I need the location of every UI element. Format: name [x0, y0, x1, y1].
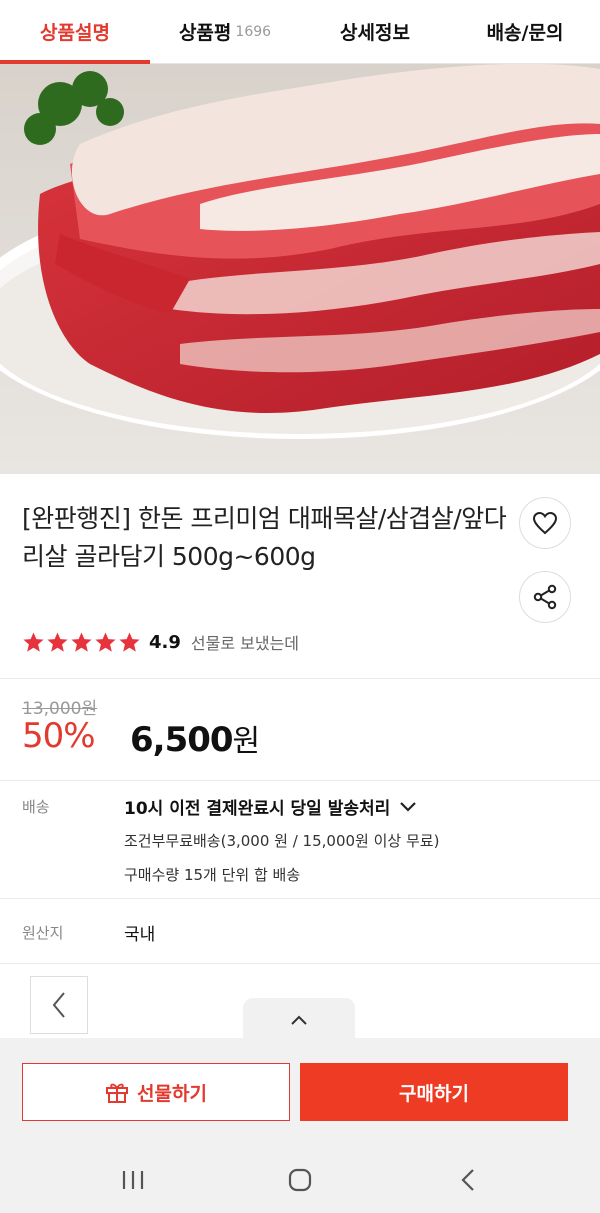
- divider: [0, 678, 600, 679]
- share-icon: [533, 584, 557, 610]
- origin-value: 국내: [124, 925, 156, 945]
- wishlist-button[interactable]: [519, 497, 571, 549]
- recent-apps-icon: [122, 1171, 144, 1189]
- tab-shipping-inquiry[interactable]: 배송/문의: [450, 0, 600, 63]
- product-title: [완판행진] 한돈 프리미엄 대패목살/삼겹살/앞다리살 골라담기 500g~6…: [22, 504, 507, 571]
- tab-shipping-label: 배송/문의: [486, 22, 564, 44]
- star-icon: [23, 631, 44, 652]
- gift-icon: [106, 1083, 129, 1103]
- tab-description-label: 상품설명: [40, 22, 110, 44]
- product-image: [0, 64, 600, 474]
- shipping-headline[interactable]: 10시 이전 결제완료시 당일 발송처리: [124, 794, 418, 819]
- previous-button[interactable]: [30, 976, 88, 1034]
- chevron-down-icon: [400, 801, 417, 812]
- discount-rate: 50%: [22, 716, 96, 756]
- buy-button-label: 구매하기: [399, 1082, 469, 1105]
- star-icon: [71, 631, 92, 652]
- product-tabs: 상품설명 상품평 1696 상세정보 배송/문의: [0, 0, 600, 64]
- share-button[interactable]: [519, 571, 571, 623]
- recent-apps-button[interactable]: [113, 1160, 153, 1200]
- review-snippet: 선물로 보냈는데: [190, 634, 300, 653]
- sale-price: 6,500원: [130, 716, 261, 760]
- star-icon: [119, 631, 140, 652]
- tab-reviews-label: 상품평: [178, 22, 232, 44]
- star-rating: [22, 631, 141, 654]
- gift-button[interactable]: 선물하기: [22, 1063, 290, 1121]
- star-icon: [47, 631, 68, 652]
- chevron-left-icon: [52, 992, 65, 1018]
- tab-description[interactable]: 상품설명: [0, 0, 150, 64]
- origin-label: 원산지: [22, 924, 64, 942]
- divider: [0, 963, 600, 964]
- sale-price-value: 6,500: [130, 720, 234, 760]
- review-count: 1696: [235, 23, 272, 40]
- gift-button-label: 선물하기: [137, 1082, 207, 1105]
- home-icon: [288, 1168, 312, 1192]
- sale-price-unit: 원: [232, 724, 261, 759]
- shipping-bundle: 구매수량 15개 단위 합 배송: [124, 866, 301, 884]
- heart-icon: [532, 511, 558, 535]
- expand-options-tab[interactable]: [243, 998, 355, 1042]
- star-icon: [95, 631, 116, 652]
- tab-details-label: 상세정보: [340, 22, 410, 44]
- rating-row[interactable]: 4.9 선물로 보냈는데: [22, 628, 299, 656]
- shipping-label: 배송: [22, 798, 50, 816]
- shipping-headline-text: 10시 이전 결제완료시 당일 발송처리: [124, 799, 391, 819]
- divider: [0, 780, 600, 781]
- back-icon: [461, 1169, 474, 1191]
- chevron-up-icon: [291, 1015, 307, 1025]
- tab-reviews[interactable]: 상품평 1696: [150, 0, 300, 63]
- rating-score: 4.9: [149, 631, 181, 653]
- back-button[interactable]: [448, 1160, 488, 1200]
- tab-details[interactable]: 상세정보: [300, 0, 450, 63]
- buy-button[interactable]: 구매하기: [300, 1063, 568, 1121]
- divider: [0, 898, 600, 899]
- home-button[interactable]: [280, 1160, 320, 1200]
- shipping-condition: 조건부무료배송(3,000 원 / 15,000원 이상 무료): [124, 832, 440, 850]
